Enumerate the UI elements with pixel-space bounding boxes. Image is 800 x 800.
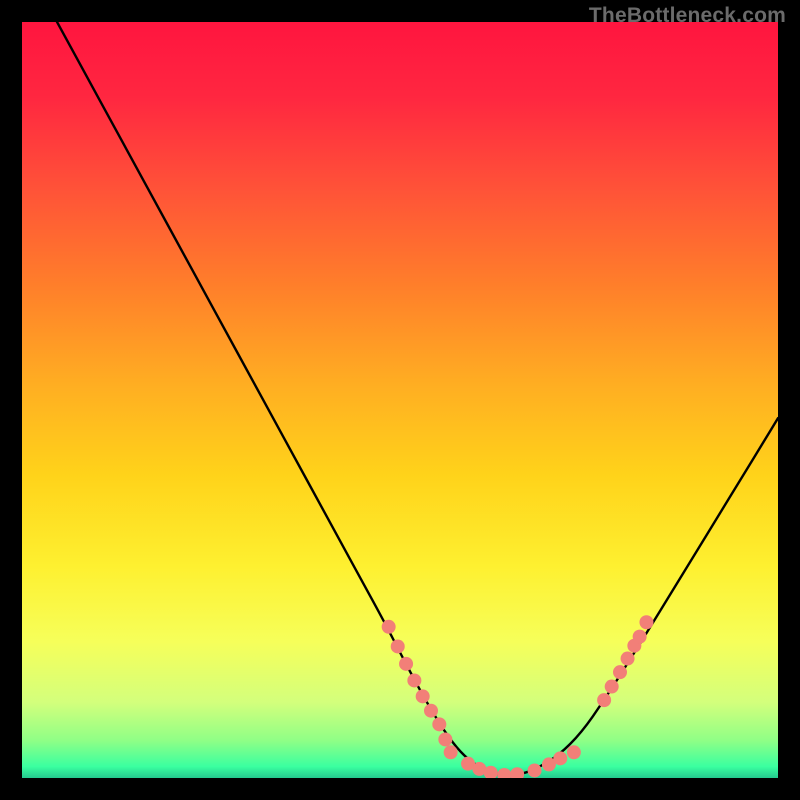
curve-marker <box>621 652 635 666</box>
marker-group <box>382 615 654 778</box>
curve-marker <box>432 717 446 731</box>
curve-marker <box>382 620 396 634</box>
curve-marker <box>407 673 421 687</box>
curve-marker <box>416 689 430 703</box>
curve-marker <box>510 767 524 778</box>
curve-marker <box>528 763 542 777</box>
curve-marker <box>438 732 452 746</box>
plot-area <box>22 22 778 778</box>
curve-marker <box>424 704 438 718</box>
curve-marker <box>597 693 611 707</box>
curve-marker <box>613 665 627 679</box>
curve-marker <box>553 751 567 765</box>
curve-marker <box>497 768 511 778</box>
curve-marker <box>633 630 647 644</box>
curve-marker <box>444 745 458 759</box>
curve-marker <box>639 615 653 629</box>
curve-marker <box>605 680 619 694</box>
curve-marker <box>391 639 405 653</box>
curve-layer <box>22 22 778 778</box>
chart-stage: TheBottleneck.com <box>0 0 800 800</box>
curve-marker <box>567 745 581 759</box>
curve-marker <box>399 657 413 671</box>
watermark-text: TheBottleneck.com <box>589 4 786 28</box>
